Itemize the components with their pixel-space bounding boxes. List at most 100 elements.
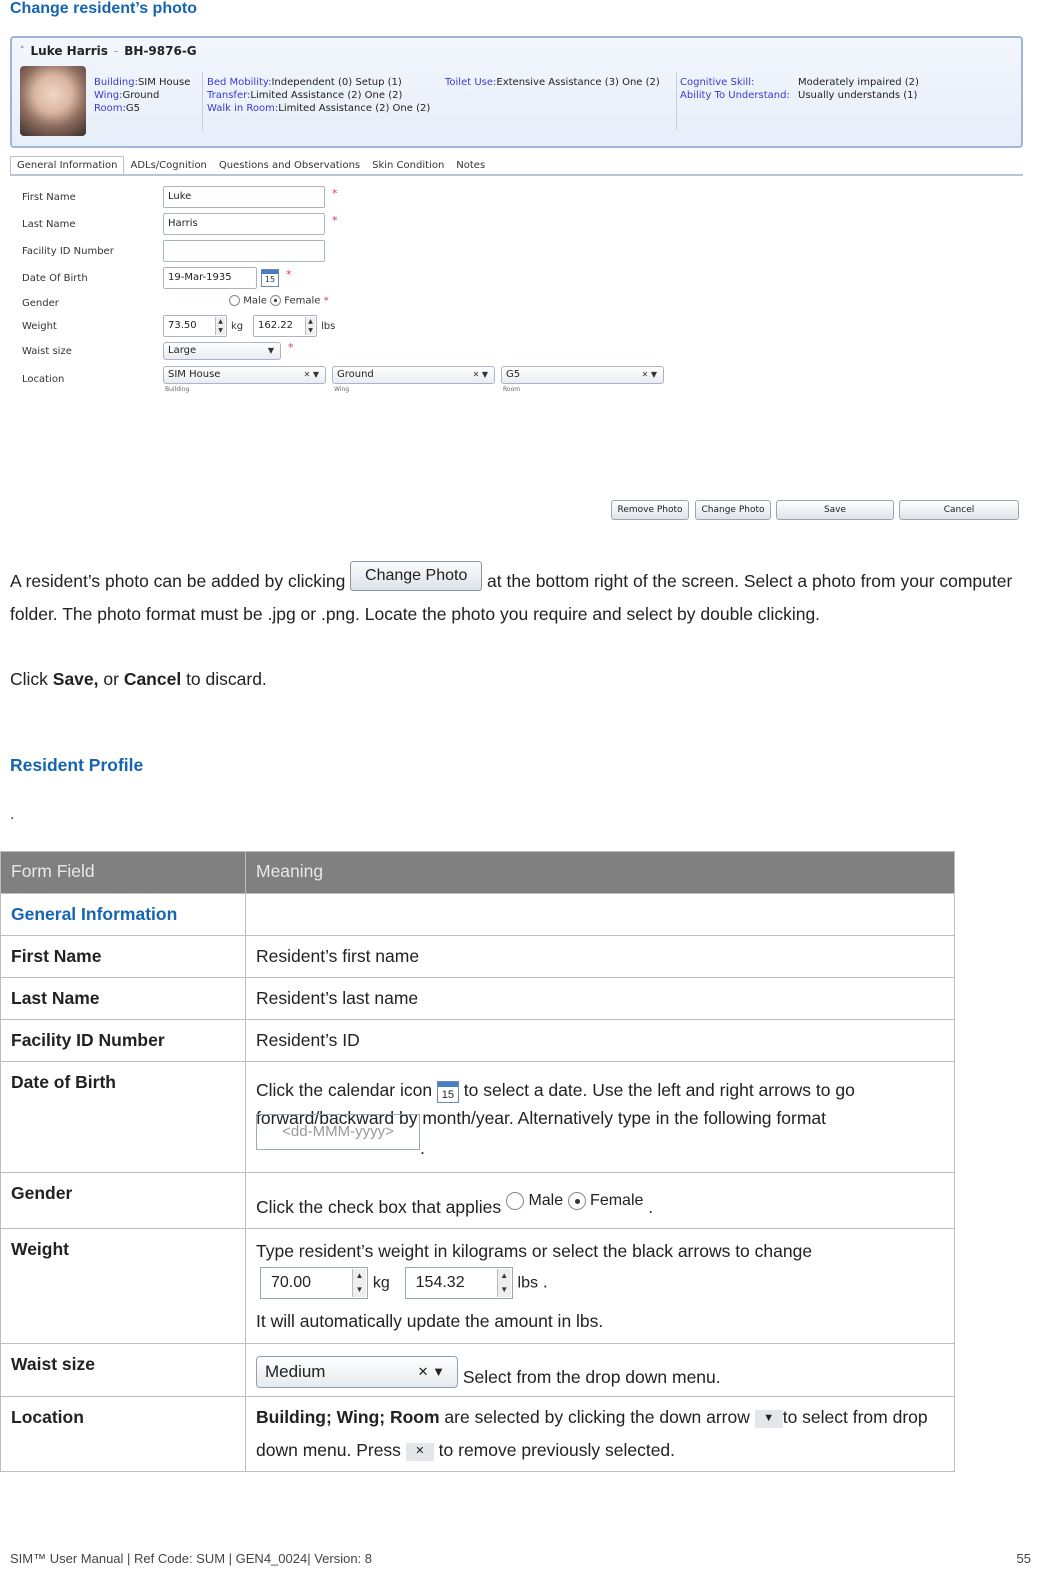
table-row: Date of Birth Click the calendar icon 15… [0,1061,955,1173]
remove-photo-button[interactable]: Remove Photo [611,500,689,520]
weight-kg-value: 73.50 [168,320,197,331]
date-format-example: <dd-MMM-yyyy> [256,1114,420,1150]
dob-label: Date Of Birth [22,273,88,284]
required-marker: * [332,214,338,227]
meaning-cell: Building; Wing; Room are selected by cli… [245,1396,955,1472]
transfer-value: Limited Assistance (2) One (2) [250,90,403,101]
table-row: Gender Click the check box that applies … [0,1172,955,1229]
resident-banner: ˄ Luke Harris - BH-9876-G Building:SIM H… [10,36,1023,148]
toilet-value: Extensive Assistance (3) One (2) [496,77,660,88]
wing-select[interactable]: Ground ✕ ▼ [332,366,495,384]
field-cell: First Name [0,935,246,978]
cancel-keyword: Cancel [123,669,182,689]
facility-id-input[interactable] [163,240,325,262]
table-header-row: Form Field Meaning [0,851,955,894]
field-cell: Gender [0,1172,246,1229]
cognition-info: Cognitive Skill: Moderately impaired (2) … [680,76,919,102]
empty-cell [245,893,955,936]
last-name-input[interactable]: Harris [163,213,325,235]
cognitive-value: Moderately impaired (2) [798,77,919,88]
tab-notes[interactable]: Notes [450,157,491,174]
tab-adls-cognition[interactable]: ADLs/Cognition [124,157,212,174]
room-label: Room: [94,103,126,114]
room-select[interactable]: G5 ✕ ▼ [501,366,664,384]
lbs-value: 154.32 [415,1274,465,1291]
first-name-input[interactable]: Luke [163,186,325,208]
waist-value: Large [168,345,197,356]
calendar-icon: 15 [436,1081,459,1103]
text: Click [10,669,53,689]
required-marker: * [286,268,292,281]
text: A resident’s photo can be added by click… [10,571,351,591]
wing-value: Ground [122,90,160,101]
building-value: SIM House [137,77,191,88]
instruction-paragraph: A resident’s photo can be added by click… [10,561,1035,628]
save-button[interactable]: Save [776,500,894,520]
kg-unit: kg [231,321,244,332]
understand-value: Usually understands (1) [798,90,918,101]
lbs-unit: lbs [517,1274,538,1292]
required-marker: * [323,295,329,307]
meaning-cell: Click the check box that applies Male Fe… [245,1172,955,1229]
divider [676,72,677,130]
text: or [98,669,124,689]
text: Click the calendar icon [256,1080,437,1100]
understand-label: Ability To Understand: [680,90,790,101]
table-row: Last Name Resident’s last name [0,977,955,1020]
weight-lbs-input[interactable]: 162.22 ▲ ▼ [253,315,317,337]
page-footer: SIM™ User Manual | Ref Code: SUM | GEN4_… [10,1551,373,1566]
building-caption: Building [165,386,190,393]
chevron-down-icon[interactable]: ▼ [268,343,274,359]
weight-example: 70.00 ▲ ▼ kg 154.32 ▲ ▼ lbs . [260,1267,944,1299]
dob-input[interactable]: 19-Mar-1935 [163,267,257,289]
building-select[interactable]: SIM House ✕ ▼ [163,366,326,384]
tab-general-information[interactable]: General Information [10,156,125,174]
female-radio[interactable] [270,295,282,306]
field-cell: Date of Birth [0,1061,246,1173]
location-keywords: Building; Wing; Room [256,1407,440,1427]
field-cell: Facility ID Number [0,1019,246,1062]
field-cell: Location [0,1396,246,1472]
cancel-button[interactable]: Cancel [899,500,1019,520]
separator: - [113,44,119,58]
collapse-icon[interactable]: ˄ [20,46,25,56]
tab-questions-observations[interactable]: Questions and Observations [213,157,366,174]
meaning-cell: Medium ✕ ▼ Select from the drop down menu… [245,1343,955,1397]
field-cell: Weight [0,1228,246,1344]
meaning-cell: Resident’s last name [245,977,955,1020]
weight-kg-input[interactable]: 73.50 ▲ ▼ [163,315,227,337]
kg-spinner[interactable]: ▲ ▼ [215,317,225,335]
text: are selected by clicking the down arrow [439,1407,755,1427]
save-keyword: Save, [52,669,99,689]
meaning-cell: Click the calendar icon 15 to select a d… [245,1061,955,1173]
text: . [542,1271,548,1292]
location-label: Location [22,374,65,385]
facility-id-label: Facility ID Number [22,246,114,257]
gender-example: Male Female [506,1191,644,1210]
tab-bar: General Information ADLs/Cognition Quest… [10,154,1023,176]
table-row: Facility ID Number Resident’s ID [0,1019,955,1062]
tab-skin-condition[interactable]: Skin Condition [366,157,450,174]
building-label: Building: [94,77,138,88]
clear-and-dropdown-icons[interactable]: ✕ ▼ [304,367,319,383]
clear-and-dropdown-icons[interactable]: ✕ ▼ [642,367,657,383]
clear-and-dropdown-icons[interactable]: ✕ ▼ [473,367,488,383]
select-value: Medium [265,1362,326,1381]
weight-lbs-value: 162.22 [258,320,293,331]
male-label: Male [528,1192,564,1209]
female-label: Female [590,1192,644,1209]
male-radio[interactable] [229,295,240,306]
resident-form-screenshot: ˄ Luke Harris - BH-9876-G Building:SIM H… [10,36,1023,526]
waist-label: Waist size [22,346,72,357]
lbs-unit: lbs [321,321,336,332]
required-marker: * [288,341,294,354]
field-cell: Waist size [0,1343,246,1397]
gender-radio-group: Male Female * [229,295,329,307]
spinner-icon: ▲ ▼ [352,1269,366,1297]
save-cancel-paragraph: Click Save, or Cancel to discard. [10,666,1035,693]
text: Click the check box that applies [256,1197,506,1217]
lbs-spinner[interactable]: ▲ ▼ [305,317,315,335]
waist-select[interactable]: Large ▼ [163,342,281,360]
change-photo-button[interactable]: Change Photo [695,500,771,520]
calendar-icon[interactable]: 15 [261,269,279,287]
